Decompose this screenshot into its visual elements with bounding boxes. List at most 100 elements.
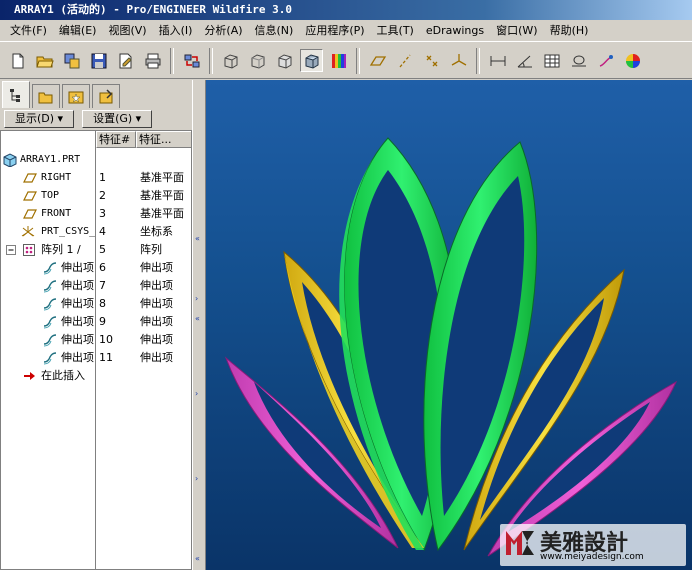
menu-file[interactable]: 文件(F) bbox=[4, 20, 53, 42]
tree-row-number: 5 bbox=[99, 243, 106, 256]
tree-row[interactable]: 伸出项 7 伸出项 bbox=[1, 277, 191, 295]
datum-axis-icon[interactable] bbox=[393, 49, 416, 72]
datum-point-icon[interactable] bbox=[420, 49, 443, 72]
folder-browser-tab-icon[interactable] bbox=[32, 84, 60, 108]
protrusion-icon bbox=[43, 316, 57, 329]
save-icon[interactable] bbox=[87, 49, 110, 72]
settings-dropdown-button[interactable]: 设置(G) ▾ bbox=[82, 110, 153, 128]
collapse-left-icon[interactable]: « bbox=[195, 235, 203, 243]
datum-plane-icon bbox=[23, 209, 37, 219]
open-folder-icon[interactable] bbox=[33, 49, 56, 72]
tree-row-number: 10 bbox=[99, 333, 113, 346]
tree-row[interactable]: TOP 2 基准平面 bbox=[1, 187, 191, 205]
tree-row-type: 伸出项 bbox=[140, 333, 173, 346]
menu-info[interactable]: 信息(N) bbox=[249, 20, 300, 42]
save-copy-icon[interactable] bbox=[60, 49, 83, 72]
section-icon[interactable] bbox=[567, 49, 590, 72]
print-icon[interactable] bbox=[141, 49, 164, 72]
tree-root[interactable]: ARRAY1.PRT bbox=[1, 151, 191, 169]
tree-row-number: 9 bbox=[99, 315, 106, 328]
tree-row-type: 阵列 bbox=[140, 243, 162, 256]
datum-plane-icon[interactable] bbox=[366, 49, 389, 72]
protrusion-icon bbox=[43, 334, 57, 347]
expand-right-icon[interactable]: › bbox=[195, 390, 203, 398]
tree-row-number: 1 bbox=[99, 171, 106, 184]
graphics-window[interactable]: 美雅設計 www.meiyadesign.com bbox=[206, 80, 692, 570]
tree-row[interactable]: 伸出项 6 伸出项 bbox=[1, 259, 191, 277]
tree-row-type: 坐标系 bbox=[140, 225, 173, 238]
collapse-minus-icon[interactable] bbox=[4, 243, 18, 257]
tree-row-type: 基准平面 bbox=[140, 171, 184, 184]
tree-row-label: 阵列 1 / bbox=[41, 243, 81, 256]
collapse-left-icon[interactable]: « bbox=[195, 315, 203, 323]
insert-arrow-icon bbox=[24, 372, 35, 380]
insert-here-row[interactable]: 在此插入 bbox=[1, 367, 191, 385]
insert-here-label: 在此插入 bbox=[41, 369, 85, 382]
tree-row-label: 伸出项 bbox=[61, 333, 94, 346]
display-dropdown-button[interactable]: 显示(D) ▾ bbox=[4, 110, 75, 128]
model-tree-tab-icon[interactable] bbox=[2, 81, 30, 108]
watermark-url: www.meiyadesign.com bbox=[540, 552, 644, 562]
menu-edrawings[interactable]: eDrawings bbox=[420, 20, 490, 42]
protrusion-icon bbox=[43, 298, 57, 311]
tree-row-label: FRONT bbox=[41, 208, 72, 219]
protrusion-icon bbox=[43, 262, 57, 275]
tree-row[interactable]: PRT_CSYS_ 4 坐标系 bbox=[1, 223, 191, 241]
datum-plane-icon bbox=[23, 191, 37, 201]
favorites-tab-icon[interactable] bbox=[62, 84, 90, 108]
tree-row-label: PRT_CSYS_ bbox=[41, 226, 95, 237]
menu-insert[interactable]: 插入(I) bbox=[153, 20, 199, 42]
view-wireframe-icon[interactable] bbox=[246, 49, 269, 72]
color-wheel-icon[interactable] bbox=[621, 49, 644, 72]
annotate-icon[interactable] bbox=[594, 49, 617, 72]
tree-controls: 显示(D) ▾ 设置(G) ▾ bbox=[0, 108, 192, 130]
menu-help[interactable]: 帮助(H) bbox=[544, 20, 595, 42]
tree-row[interactable]: RIGHT 1 基准平面 bbox=[1, 169, 191, 187]
menu-analysis[interactable]: 分析(A) bbox=[198, 20, 248, 42]
main-toolbar bbox=[0, 43, 692, 79]
tree-row[interactable]: 伸出项 10 伸出项 bbox=[1, 331, 191, 349]
expand-right-icon[interactable]: › bbox=[195, 475, 203, 483]
view-3d-box-icon[interactable] bbox=[219, 49, 242, 72]
view-hidden-icon[interactable] bbox=[273, 49, 296, 72]
tree-row-number: 2 bbox=[99, 189, 106, 202]
connections-tab-icon[interactable] bbox=[92, 84, 120, 108]
menu-edit[interactable]: 编辑(E) bbox=[53, 20, 103, 42]
color-appearance-icon[interactable] bbox=[327, 49, 350, 72]
angle-icon[interactable] bbox=[513, 49, 536, 72]
table-icon[interactable] bbox=[540, 49, 563, 72]
datum-csys-icon[interactable] bbox=[447, 49, 470, 72]
model-tree: 特征# 特征... ARRAY1.PRT RIGHT 1 基准平面 TOP 2 … bbox=[0, 130, 192, 570]
tree-row-number: 11 bbox=[99, 351, 113, 364]
tree-row-label: 伸出项 bbox=[61, 279, 94, 292]
lotus-model bbox=[224, 137, 678, 557]
menu-window[interactable]: 窗口(W) bbox=[490, 20, 543, 42]
menu-applications[interactable]: 应用程序(P) bbox=[299, 20, 370, 42]
print-preview-icon[interactable] bbox=[114, 49, 137, 72]
view-shaded-icon[interactable] bbox=[300, 49, 323, 72]
panel-splitter[interactable]: « › « › › « bbox=[192, 80, 206, 570]
tree-row[interactable]: 伸出项 8 伸出项 bbox=[1, 295, 191, 313]
menu-bar: 文件(F) 编辑(E) 视图(V) 插入(I) 分析(A) 信息(N) 应用程序… bbox=[0, 20, 692, 42]
menu-tools[interactable]: 工具(T) bbox=[371, 20, 420, 42]
csys-icon bbox=[21, 226, 35, 237]
menu-view[interactable]: 视图(V) bbox=[102, 20, 152, 42]
navigator-tabs bbox=[0, 80, 196, 108]
tree-row[interactable]: FRONT 3 基准平面 bbox=[1, 205, 191, 223]
collapse-left-icon[interactable]: « bbox=[195, 555, 203, 563]
tree-row-number: 8 bbox=[99, 297, 106, 310]
regenerate-icon[interactable] bbox=[180, 49, 203, 72]
tree-row-label: 伸出项 bbox=[61, 351, 94, 364]
tree-row[interactable]: 伸出项 11 伸出项 bbox=[1, 349, 191, 367]
column-feature-type[interactable]: 特征... bbox=[136, 131, 191, 148]
petal-green-right bbox=[423, 141, 538, 552]
column-feature-number[interactable]: 特征# bbox=[96, 131, 136, 148]
measure-icon[interactable] bbox=[486, 49, 509, 72]
tree-row[interactable]: 伸出项 9 伸出项 bbox=[1, 313, 191, 331]
tree-header: 特征# 特征... bbox=[96, 131, 191, 148]
expand-right-icon[interactable]: › bbox=[195, 295, 203, 303]
protrusion-icon bbox=[43, 352, 57, 365]
tree-row-label: 伸出项 bbox=[61, 261, 94, 274]
tree-row[interactable]: 阵列 1 / 5 阵列 bbox=[1, 241, 191, 259]
new-file-icon[interactable] bbox=[6, 49, 29, 72]
